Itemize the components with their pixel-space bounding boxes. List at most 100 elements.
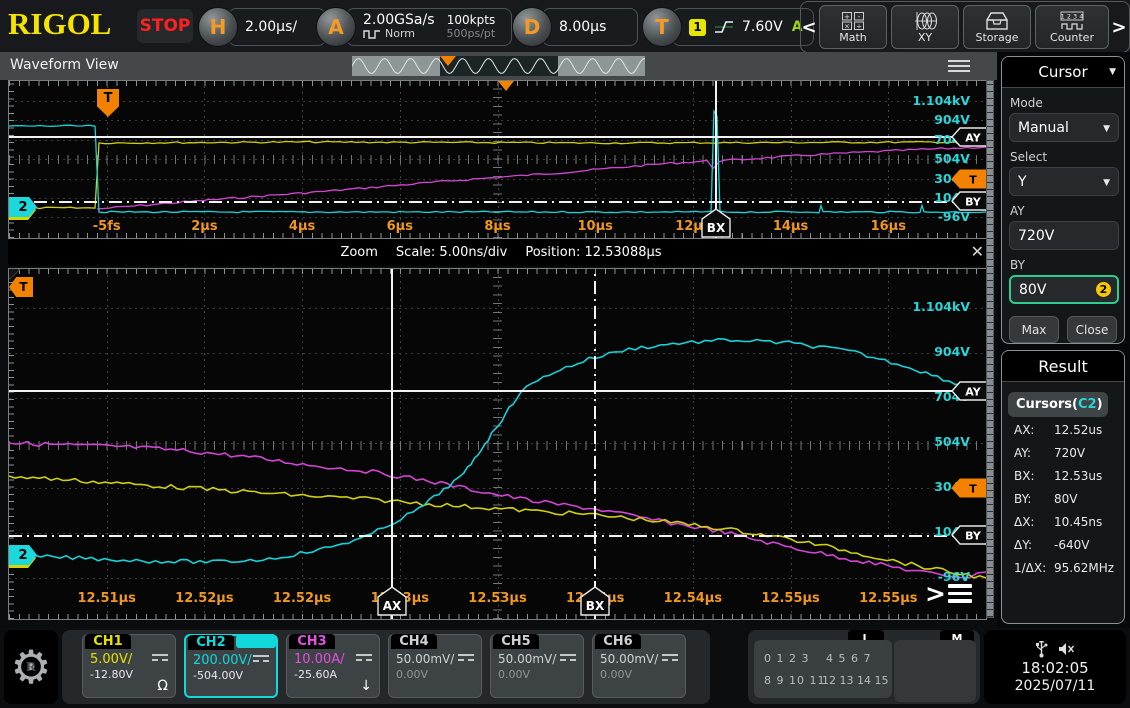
ch4-tab: CH4 (391, 634, 437, 649)
svg-text:1 2 3 4: 1 2 3 4 (1061, 13, 1084, 21)
acquire-pill[interactable]: A 2.00GSa/s Norm 100kpts 500ps/pt (316, 7, 512, 47)
math-box (894, 640, 976, 702)
volt-label: 1.104kV (912, 299, 970, 314)
trigger-pill[interactable]: T 1 7.60V A (642, 7, 814, 47)
time-label: 6μs (387, 219, 413, 234)
time-label: 4μs (289, 219, 315, 234)
overview-by-flag[interactable]: BY (951, 191, 987, 211)
overview-trigger-level-flag[interactable]: T (951, 169, 987, 189)
cursor-panel-title[interactable]: Cursor▼ (1002, 57, 1124, 88)
svg-text:BY: BY (965, 196, 982, 209)
channel-box-ch2[interactable]: CH2 200.00V/ -504.00V (184, 634, 278, 698)
datetime-box[interactable]: 18:02:05 2025/07/11 (984, 630, 1126, 704)
xy-icon (912, 11, 938, 31)
result-panel-title[interactable]: Result (1002, 351, 1124, 382)
oscilloscope-screen: RIGOL STOP H 2.00μs/ A 2.00GSa/s Norm 10… (0, 0, 1130, 708)
overview-traces (9, 81, 986, 238)
overview-channel2-badge[interactable]: 2 (9, 197, 37, 217)
overview-graticule[interactable]: T 1.104kV 904V 704V 504V 304V 104V -96V … (8, 80, 987, 239)
volt-label: 1.104kV (912, 93, 970, 108)
zoom-cursor-ax-line[interactable] (391, 269, 393, 619)
overview-ay-flag[interactable]: AY (951, 127, 987, 147)
waveform-menu-icon[interactable] (948, 60, 970, 72)
zoom-cursor-bx-line[interactable] (594, 269, 596, 619)
zoom-bx-flag[interactable]: BX (578, 586, 612, 616)
zoom-by-flag[interactable]: BY (951, 525, 987, 545)
zoom-info-bar: Zoom Scale: 5.00ns/div Position: 12.5308… (8, 239, 994, 266)
channel-box-ch3[interactable]: CH3 10.00A/ -25.60A ↓ (286, 634, 380, 698)
by-label: BY (1010, 258, 1124, 272)
zoom-cursor-ay-line[interactable] (9, 390, 986, 392)
dc-coupling-icon (458, 654, 474, 661)
time-label: 14μs (773, 219, 808, 234)
math-button[interactable]: + - × ÷ Math (819, 5, 887, 49)
math-icon: + - × ÷ (841, 11, 865, 31)
time-label: 12.51μs (77, 591, 135, 606)
logic-digits: 12 13 14 15 (822, 674, 888, 687)
overview-trigger-time-flag[interactable]: T (97, 89, 119, 117)
volt-label: 504V (934, 434, 970, 449)
channel-box-ch5[interactable]: CH5 50.00mV/ 0.00V (490, 634, 584, 698)
ch2-tab: CH2 (188, 635, 234, 650)
ch5-offset: 0.00V (498, 668, 530, 681)
trace-ch1-yellow (9, 141, 986, 208)
ch3-tab: CH3 (289, 634, 335, 649)
zoom-close-icon[interactable]: ✕ (971, 242, 984, 261)
volt-label: 904V (934, 344, 970, 359)
result-row: ΔX:10.45ns (1014, 515, 1124, 529)
result-row: 1/ΔX:95.62MHz (1014, 561, 1124, 575)
clock-time: 18:02:05 (1021, 659, 1088, 677)
xy-button[interactable]: XY (891, 5, 959, 49)
ch1-scale: 5.00V/ (90, 652, 132, 667)
bottom-bar: ⚙R CH1 5.00V/ -12.80V Ω CH2 200.00V/ -50… (0, 628, 1130, 708)
svg-text:T: T (969, 483, 977, 496)
delay-pill[interactable]: D 8.00μs (512, 7, 638, 47)
zoom-ax-flag[interactable]: AX (375, 586, 409, 616)
zoom-ay-flag[interactable]: AY (951, 381, 987, 401)
axis-select[interactable]: Y▼ (1009, 167, 1119, 196)
overview-bx-flag[interactable]: BX (699, 208, 733, 238)
counter-button[interactable]: 1 2 3 4 Counter (1035, 5, 1109, 49)
result-row: AY:720V (1014, 446, 1124, 460)
run-state-button[interactable]: STOP (137, 9, 193, 43)
toolbar-next-chevron[interactable]: > (1111, 17, 1127, 38)
volt-label: 504V (934, 151, 970, 166)
logic-digits: 4 5 6 7 (826, 652, 871, 665)
time-label: -5fs (93, 219, 121, 234)
max-button[interactable]: Max (1009, 316, 1059, 343)
zoom-position-label: Position: (525, 245, 580, 260)
acquire-mode: Norm (385, 27, 415, 40)
volt-label: 904V (934, 112, 970, 127)
svg-text:AY: AY (965, 386, 981, 399)
storage-button[interactable]: Storage (963, 5, 1031, 49)
square-wave-icon (363, 28, 381, 39)
logic-channels-box[interactable]: 0 1 2 3 4 5 6 7 8 9 10 11 12 13 14 15 (754, 640, 892, 698)
mode-label: Mode (1010, 96, 1124, 110)
by-input[interactable]: 80V 2 (1009, 275, 1119, 304)
zoom-graticule[interactable]: T 1.104kV 904V 704V 504V 304V 104V -96V … (8, 268, 987, 620)
time-label: 8μs (484, 219, 510, 234)
horizontal-pill[interactable]: H 2.00μs/ (198, 7, 326, 47)
rigol-gear-button[interactable]: ⚙R (4, 630, 58, 704)
overview-cursor-by-line[interactable] (9, 201, 986, 203)
channel-box-ch6[interactable]: CH6 50.00mV/ 0.00V (592, 634, 686, 698)
timebase-overview-strip[interactable] (352, 56, 645, 76)
zoom-cursor-by-line[interactable] (9, 535, 986, 537)
toolbar-prev-chevron[interactable]: < (801, 17, 817, 38)
overview-cursor-ay-line[interactable] (9, 136, 986, 138)
impedance-symbol: Ω (157, 678, 168, 694)
ay-input[interactable]: 720V (1009, 221, 1119, 250)
channel-box-ch1[interactable]: CH1 5.00V/ -12.80V Ω (82, 634, 176, 698)
mode-select[interactable]: Manual▼ (1009, 113, 1119, 142)
toolbar-group: < + - × ÷ Math (800, 1, 1130, 53)
results-menu-icon[interactable]: > (925, 581, 972, 606)
storage-label: Storage (975, 32, 1018, 43)
zoom-channel2-badge[interactable]: 2 (9, 545, 37, 565)
close-button[interactable]: Close (1067, 316, 1117, 343)
zoom-trigger-level-flag[interactable]: T (951, 478, 987, 498)
overview-trigger-position-marker[interactable] (498, 81, 514, 91)
down-arrow-icon: ↓ (360, 678, 372, 694)
chevron-down-icon: ▼ (1103, 124, 1110, 134)
channel-box-ch4[interactable]: CH4 50.00mV/ 0.00V (388, 634, 482, 698)
ch5-scale: 50.00mV/ (498, 652, 556, 666)
